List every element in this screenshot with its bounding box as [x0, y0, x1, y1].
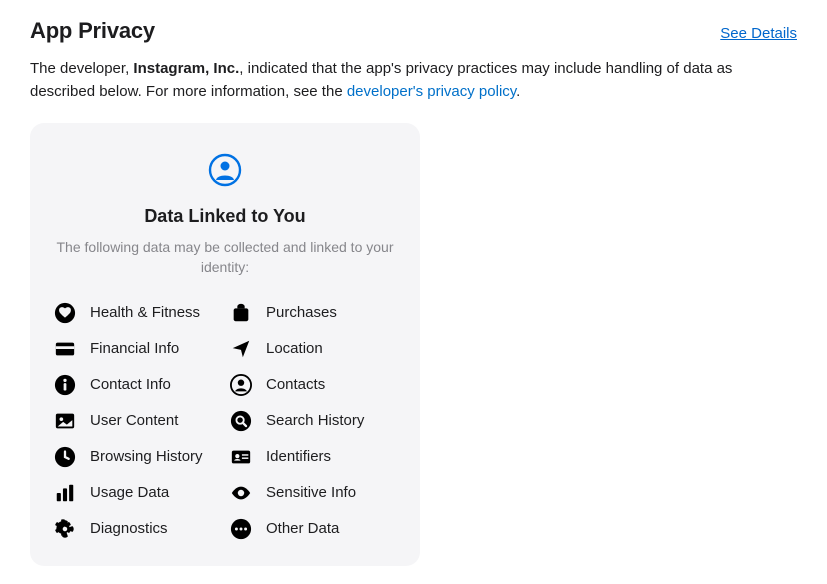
- privacy-description: The developer, Instagram, Inc., indicate…: [30, 58, 797, 103]
- list-item: Other Data: [230, 518, 398, 540]
- list-item: Diagnostics: [54, 518, 222, 540]
- data-types-grid: Health & Fitness Purchases Financial Inf…: [52, 302, 398, 540]
- list-item: Financial Info: [54, 338, 222, 360]
- data-linked-card: Data Linked to You The following data ma…: [30, 123, 420, 566]
- usage-data-icon: [54, 482, 76, 504]
- card-subtitle: The following data may be collected and …: [52, 237, 398, 278]
- list-item: User Content: [54, 410, 222, 432]
- contacts-icon: [230, 374, 252, 396]
- see-details-link[interactable]: See Details: [720, 25, 797, 42]
- item-label: Search History: [266, 412, 364, 429]
- list-item: Browsing History: [54, 446, 222, 468]
- user-circle-icon: [208, 153, 242, 192]
- sensitive-info-icon: [230, 482, 252, 504]
- item-label: Financial Info: [90, 340, 179, 357]
- list-item: Location: [230, 338, 398, 360]
- item-label: Contact Info: [90, 376, 171, 393]
- user-content-icon: [54, 410, 76, 432]
- item-label: Usage Data: [90, 484, 169, 501]
- identifiers-icon: [230, 446, 252, 468]
- list-item: Identifiers: [230, 446, 398, 468]
- desc-prefix: The developer,: [30, 60, 133, 77]
- search-history-icon: [230, 410, 252, 432]
- list-item: Search History: [230, 410, 398, 432]
- item-label: Sensitive Info: [266, 484, 356, 501]
- item-label: User Content: [90, 412, 178, 429]
- browsing-history-icon: [54, 446, 76, 468]
- list-item: Contacts: [230, 374, 398, 396]
- location-icon: [230, 338, 252, 360]
- financial-info-icon: [54, 338, 76, 360]
- list-item: Contact Info: [54, 374, 222, 396]
- desc-suffix: .: [516, 83, 520, 100]
- item-label: Browsing History: [90, 448, 203, 465]
- diagnostics-icon: [54, 518, 76, 540]
- purchases-icon: [230, 302, 252, 324]
- health-fitness-icon: [54, 302, 76, 324]
- section-title: App Privacy: [30, 18, 155, 44]
- item-label: Contacts: [266, 376, 325, 393]
- other-data-icon: [230, 518, 252, 540]
- item-label: Health & Fitness: [90, 304, 200, 321]
- list-item: Health & Fitness: [54, 302, 222, 324]
- item-label: Other Data: [266, 520, 339, 537]
- item-label: Location: [266, 340, 323, 357]
- item-label: Diagnostics: [90, 520, 168, 537]
- card-title: Data Linked to You: [52, 206, 398, 227]
- list-item: Sensitive Info: [230, 482, 398, 504]
- item-label: Purchases: [266, 304, 337, 321]
- item-label: Identifiers: [266, 448, 331, 465]
- developer-name: Instagram, Inc.: [133, 60, 239, 77]
- list-item: Purchases: [230, 302, 398, 324]
- contact-info-icon: [54, 374, 76, 396]
- privacy-policy-link[interactable]: developer's privacy policy: [347, 83, 516, 100]
- list-item: Usage Data: [54, 482, 222, 504]
